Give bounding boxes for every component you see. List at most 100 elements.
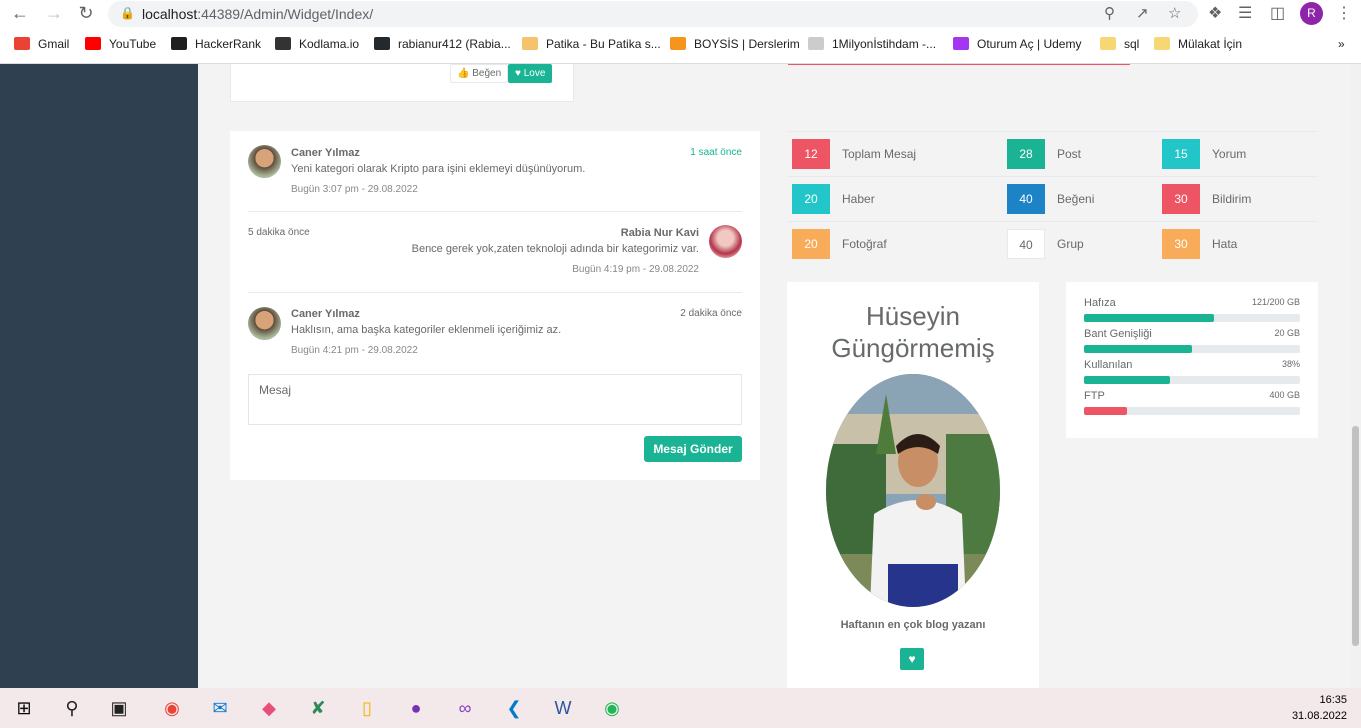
stat-label: Haber: [842, 192, 875, 206]
task-view-icon[interactable]: ▣: [107, 696, 131, 720]
stats-grid: 12 Toplam Mesaj 28 Post 15 Yorum 20 Haber 40 Beğe…: [788, 131, 1318, 261]
stat-label: Grup: [1057, 237, 1084, 251]
bookmark-favicon-icon: [14, 37, 30, 50]
bookmark-item[interactable]: HackerRank: [171, 37, 261, 51]
file-explorer-icon[interactable]: ▯: [355, 696, 379, 720]
bookmark-label: Kodlama.io: [299, 37, 360, 51]
bookmark-favicon-icon: [275, 37, 291, 50]
message-date: Bugün 4:19 pm - 29.08.2022: [572, 264, 699, 275]
zoom-icon[interactable]: ⚲: [1104, 4, 1115, 22]
more-bookmarks-icon[interactable]: »: [1338, 37, 1345, 51]
love-button[interactable]: ♥ Love: [508, 64, 553, 83]
gitkraken-icon[interactable]: ◆: [257, 696, 281, 720]
progress-label: Kullanılan: [1084, 359, 1133, 371]
bookmark-item[interactable]: sql: [1100, 37, 1139, 51]
reload-icon[interactable]: ↻: [74, 2, 98, 26]
stat-label: Bildirim: [1212, 192, 1252, 206]
back-arrow-icon[interactable]: ←: [8, 2, 32, 26]
featured-author-card: Hüseyin Güngörmemiş Haftanın en çok blog…: [787, 282, 1039, 688]
message-input[interactable]: Mesaj: [248, 374, 742, 425]
bookmark-item[interactable]: Gmail: [14, 37, 69, 51]
bookmark-item[interactable]: YouTube: [85, 37, 156, 51]
progress-value: 38%: [1281, 359, 1300, 369]
browser-menu-icon[interactable]: ⋮: [1336, 3, 1352, 23]
progress-fill: [1084, 345, 1192, 353]
word-icon[interactable]: W: [551, 696, 575, 720]
author-caption: Haftanın en çok blog yazanı: [840, 619, 986, 631]
bookmark-item[interactable]: Patika - Bu Patika s...: [522, 37, 661, 51]
github-desktop-icon[interactable]: ●: [404, 696, 428, 720]
vscode-icon[interactable]: ❮: [502, 696, 526, 720]
progress-divider: [788, 64, 1130, 65]
forward-arrow-icon[interactable]: →: [42, 2, 66, 26]
message-text: Bence gerek yok,zaten teknoloji adında b…: [411, 243, 699, 255]
author-photo: [826, 374, 1000, 607]
progress-label: FTP: [1084, 390, 1105, 402]
page-scrollbar[interactable]: [1350, 64, 1361, 688]
bookmark-favicon-icon: [374, 37, 390, 50]
stat-value-badge: 20: [792, 229, 830, 259]
media-control-icon[interactable]: ☰: [1238, 3, 1252, 23]
heart-button[interactable]: ♥: [900, 648, 924, 670]
like-label: Beğen: [472, 68, 502, 79]
bookmark-item[interactable]: rabianur412 (Rabia...: [374, 37, 511, 51]
send-message-button[interactable]: Mesaj Gönder: [644, 436, 742, 462]
url-text[interactable]: localhost:44389/Admin/Widget/Index/: [142, 6, 373, 22]
bookmark-favicon-icon: [85, 37, 101, 50]
message-date: Bugün 3:07 pm - 29.08.2022: [291, 184, 418, 195]
url-row: ← → ↻ 🔒 localhost:44389/Admin/Widget/Ind…: [0, 0, 1361, 28]
chrome-icon[interactable]: ◉: [160, 696, 184, 720]
spotify-icon[interactable]: ◉: [600, 696, 624, 720]
progress-fill: [1084, 407, 1128, 415]
profile-avatar[interactable]: R: [1300, 2, 1323, 25]
url-path: :44389/Admin/Widget/Index/: [197, 6, 374, 22]
windows-start-icon[interactable]: ⊞: [12, 696, 36, 720]
bookmark-favicon-icon: [953, 37, 969, 50]
bookmark-item[interactable]: Mülakat İçin: [1154, 37, 1242, 51]
share-icon[interactable]: ↗: [1136, 4, 1149, 22]
post-widget-footer: 👍 Beğen ♥ Love: [230, 64, 574, 102]
mail-icon[interactable]: ✉: [208, 696, 232, 720]
bookmark-item[interactable]: Oturum Aç | Udemy: [953, 37, 1081, 51]
scrollbar-thumb[interactable]: [1352, 426, 1359, 646]
bookmark-item[interactable]: 1Milyonİstihdam -...: [808, 37, 936, 51]
bookmark-favicon-icon: [808, 37, 824, 50]
stats-row: 20 Fotoğraf 40 Grup 30 Hata: [788, 221, 1318, 266]
author-photo-image: [826, 374, 1000, 607]
message-divider: [248, 292, 742, 293]
snipping-tool-icon[interactable]: ✘: [306, 696, 330, 720]
system-clock[interactable]: 16:35 31.08.2022: [1292, 692, 1347, 724]
bookmark-label: YouTube: [109, 37, 157, 51]
bookmark-star-icon[interactable]: ☆: [1168, 4, 1181, 22]
bookmark-item[interactable]: Kodlama.io: [275, 37, 359, 51]
visual-studio-icon[interactable]: ∞: [453, 696, 477, 720]
bookmark-label: 1Milyonİstihdam -...: [832, 37, 937, 51]
side-panel-icon[interactable]: ◫: [1270, 3, 1285, 23]
bookmark-favicon-icon: [171, 37, 187, 50]
stat-value-badge: 28: [1007, 139, 1045, 169]
search-icon[interactable]: ⚲: [60, 696, 84, 720]
progress-track: [1084, 407, 1300, 415]
bookmark-favicon-icon: [670, 37, 686, 50]
message-time-ago: 2 dakika önce: [680, 308, 742, 319]
bookmark-item[interactable]: BOYSİS | Derslerim: [670, 37, 800, 51]
message-author: Rabia Nur Kavi: [620, 227, 699, 239]
author-first-name: Hüseyin: [866, 301, 960, 331]
message-time-ago: 5 dakika önce: [248, 227, 310, 238]
stat-label: Hata: [1212, 237, 1238, 251]
windows-taskbar: ⊞ ⚲ ▣ ◉ ✉ ◆ ✘ ▯ ● ∞ ❮ W ◉ 16:35 31.08.20…: [0, 688, 1361, 728]
stat-value-badge: 12: [792, 139, 830, 169]
author-last-name: Güngörmemiş: [831, 333, 995, 363]
progress-track: [1084, 314, 1300, 322]
progress-label: Hafıza: [1084, 297, 1116, 309]
address-bar[interactable]: 🔒 localhost:44389/Admin/Widget/Index/ ⚲ …: [108, 1, 1198, 27]
bookmark-label: HackerRank: [195, 37, 262, 51]
stat-value-badge: 20: [792, 184, 830, 214]
message-text: Haklısın, ama başka kategoriler eklenmel…: [291, 324, 562, 336]
like-button[interactable]: 👍 Beğen: [450, 64, 509, 83]
progress-fill: [1084, 314, 1214, 322]
message-author: Caner Yılmaz: [291, 147, 360, 159]
stat-value-badge: 15: [1162, 139, 1200, 169]
love-label: Love: [523, 68, 546, 79]
extensions-icon[interactable]: ❖: [1208, 3, 1222, 23]
